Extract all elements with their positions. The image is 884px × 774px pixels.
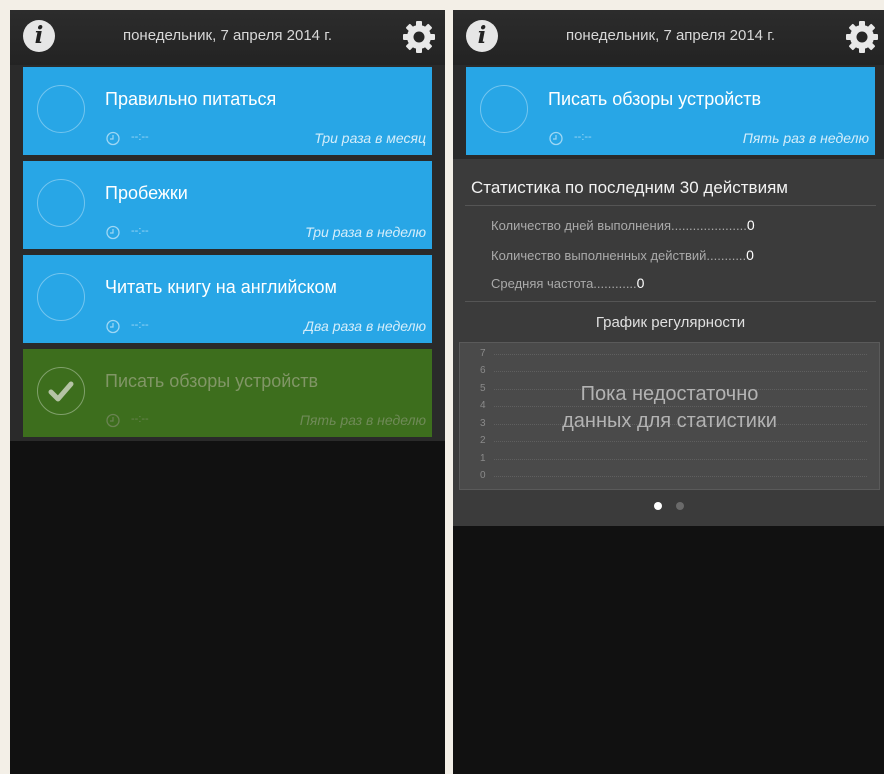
clock-icon: [106, 131, 120, 146]
y-tick: 7: [480, 348, 486, 359]
clock-icon: [106, 413, 120, 428]
task-title: Правильно питаться: [105, 89, 277, 109]
task-item[interactable]: Читать книгу на английском --:-- Два раз…: [23, 255, 432, 343]
stats-title: Статистика по последним 30 действиям: [471, 178, 788, 197]
gear-icon[interactable]: [844, 19, 880, 55]
clock-icon: [106, 319, 120, 334]
clock-icon: [549, 131, 563, 146]
grid-line: [494, 371, 867, 372]
complete-toggle[interactable]: [37, 85, 85, 133]
regularity-graph: 7 6 5 4 3 2 1 0 Пока недостаточно данных…: [459, 342, 880, 490]
y-tick: 0: [480, 470, 486, 481]
reminder-time: --:--: [574, 131, 592, 143]
grid-line: [494, 441, 867, 442]
task-item[interactable]: Пробежки --:-- Три раза в неделю: [23, 161, 432, 249]
stat-days-completed: Количество дней выполнения..............…: [491, 217, 755, 233]
page-dot-active[interactable]: [654, 502, 662, 510]
grid-line: [494, 476, 867, 477]
checkmark-icon: [48, 381, 74, 402]
task-frequency: Пять раз в неделю: [299, 412, 426, 428]
stat-average-frequency: Средняя частота............0: [491, 275, 645, 291]
info-icon[interactable]: i: [23, 20, 55, 52]
clock-icon: [106, 225, 120, 240]
reminder-time: --:--: [131, 131, 149, 143]
divider: [465, 205, 876, 206]
complete-toggle[interactable]: [37, 273, 85, 321]
task-frequency: Три раза в месяц: [314, 130, 426, 146]
date-label: понедельник, 7 апреля 2014 г.: [122, 27, 333, 44]
graph-title: График регулярности: [595, 314, 746, 331]
complete-toggle[interactable]: [480, 85, 528, 133]
task-title: Пробежки: [105, 183, 188, 203]
statistics-panel[interactable]: Статистика по последним 30 действиям Кол…: [453, 159, 884, 526]
grid-line: [494, 459, 867, 460]
reminder-time: --:--: [131, 413, 149, 425]
task-item-done[interactable]: Писать обзоры устройств --:-- Пять раз в…: [23, 349, 432, 437]
date-label: понедельник, 7 апреля 2014 г.: [565, 27, 776, 44]
top-bar: i понедельник, 7 апреля 2014 г.: [10, 10, 445, 65]
top-bar: i понедельник, 7 апреля 2014 г.: [453, 10, 884, 65]
reminder-time: --:--: [131, 225, 149, 237]
info-icon[interactable]: i: [466, 20, 498, 52]
task-frequency: Три раза в неделю: [305, 224, 426, 240]
complete-toggle[interactable]: [37, 179, 85, 227]
task-item-selected[interactable]: Писать обзоры устройств --:-- Пять раз в…: [466, 67, 875, 155]
page-dot[interactable]: [676, 502, 684, 510]
task-frequency: Пять раз в неделю: [742, 130, 869, 146]
task-detail-screen: i понедельник, 7 апреля 2014 г. Писать о…: [453, 10, 884, 774]
y-tick: 6: [480, 365, 486, 376]
y-tick: 1: [480, 453, 486, 464]
task-title: Писать обзоры устройств: [105, 371, 319, 391]
task-title: Читать книгу на английском: [105, 277, 337, 297]
no-data-message: Пока недостаточно данных для статистики: [562, 383, 777, 432]
stat-actions-completed: Количество выполненных действий.........…: [491, 247, 754, 263]
divider: [465, 301, 876, 302]
task-list: Правильно питаться --:-- Три раза в меся…: [10, 65, 445, 441]
reminder-time: --:--: [131, 319, 149, 331]
task-title: Писать обзоры устройств: [548, 89, 762, 109]
y-tick: 2: [480, 435, 486, 446]
gear-icon[interactable]: [401, 19, 437, 55]
grid-line: [494, 354, 867, 355]
selected-task-area: Писать обзоры устройств --:-- Пять раз в…: [453, 65, 884, 159]
task-item[interactable]: Правильно питаться --:-- Три раза в меся…: [23, 67, 432, 155]
task-frequency: Два раза в неделю: [304, 318, 426, 334]
task-list-screen: i понедельник, 7 апреля 2014 г. Правильн…: [10, 10, 445, 774]
